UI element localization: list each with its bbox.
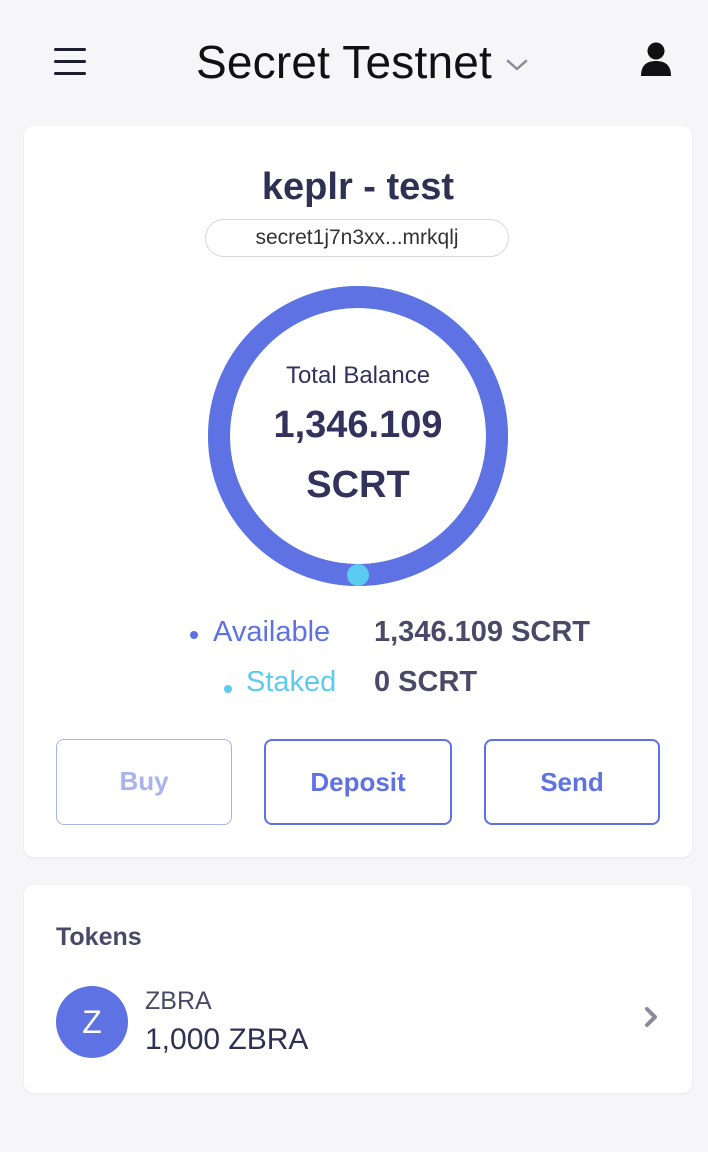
- menu-icon[interactable]: [52, 44, 88, 78]
- token-avatar: Z: [56, 986, 128, 1058]
- address-copy-button[interactable]: secret1j7n3xx...mrkqlj: [205, 219, 509, 257]
- available-dot-icon: [190, 631, 198, 639]
- legend-staked: Staked 0 SCRT: [24, 664, 692, 704]
- account-card: keplr - test secret1j7n3xx...mrkqlj Tota…: [24, 126, 692, 857]
- chain-name: Secret Testnet: [196, 36, 493, 88]
- chevron-down-icon: [506, 59, 528, 71]
- chevron-right-icon: [645, 1007, 657, 1027]
- total-balance-denom: SCRT: [306, 464, 410, 506]
- total-balance-label: Total Balance: [285, 362, 431, 389]
- buy-button[interactable]: Buy: [56, 739, 232, 825]
- staked-label: Staked: [246, 666, 337, 698]
- app-header: Secret Testnet: [0, 0, 708, 122]
- send-button[interactable]: Send: [484, 739, 660, 825]
- staked-value: 0 SCRT: [374, 666, 478, 698]
- menu-icon-bar: [54, 60, 86, 63]
- donut-staked-marker: [347, 564, 369, 586]
- menu-icon-bar: [54, 48, 86, 51]
- tokens-title: Tokens: [56, 923, 142, 951]
- menu-icon-bar: [54, 72, 86, 75]
- staked-dot-icon: [224, 685, 232, 693]
- deposit-button[interactable]: Deposit: [264, 739, 452, 825]
- total-balance-amount: 1,346.109: [273, 404, 443, 446]
- available-value: 1,346.109 SCRT: [374, 616, 591, 648]
- chain-selector[interactable]: Secret Testnet: [196, 32, 528, 92]
- token-row-zbra[interactable]: Z ZBRA 1,000 ZBRA: [24, 981, 692, 1061]
- token-balance: 1,000 ZBRA: [145, 1023, 309, 1056]
- legend-available: Available 1,346.109 SCRT: [24, 614, 692, 654]
- account-name: keplr - test: [261, 166, 455, 208]
- token-name: ZBRA: [145, 987, 212, 1015]
- tokens-card: Tokens Z ZBRA 1,000 ZBRA: [24, 885, 692, 1093]
- user-icon[interactable]: [636, 40, 676, 80]
- available-label: Available: [213, 616, 331, 648]
